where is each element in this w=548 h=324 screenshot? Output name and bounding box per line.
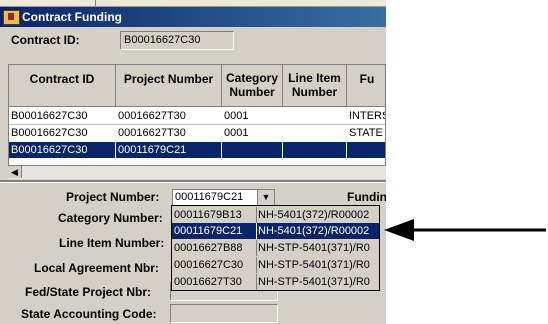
table-row[interactable]: B00016627C30 00016627T30 0001 INTERS [9, 108, 385, 124]
state-accounting-label: State Accounting Code: [21, 307, 157, 321]
cell-line-item-number [283, 125, 347, 141]
table-row-selected[interactable]: B00016627C30 00011679C21 [9, 142, 385, 158]
option-fed-project: NH-STP-5401(371)/R0 [258, 259, 370, 271]
table-row[interactable]: B00016627C30 00016627T30 0001 STATE [9, 125, 385, 141]
option-project-number: 00011679C21 [174, 225, 243, 237]
contract-id-field[interactable]: B00016627C30 [120, 31, 234, 50]
arrow-left-icon [384, 219, 546, 241]
project-number-value: 00011679C21 [175, 191, 244, 203]
dropdown-option[interactable]: 00016627T30 NH-STP-5401(371)/R0 [172, 274, 379, 290]
cell-line-item-number [283, 108, 347, 124]
state-accounting-field[interactable] [170, 304, 278, 323]
col-contract-id[interactable]: Contract ID [9, 65, 116, 107]
section-divider [0, 180, 386, 183]
toolbar-divider [95, 0, 96, 6]
option-fed-project: NH-STP-5401(371)/R0 [258, 276, 370, 288]
app-icon [3, 10, 20, 25]
cell-funding: INTERS [349, 110, 386, 122]
col-project-number[interactable]: Project Number [116, 65, 222, 107]
scroll-left-icon[interactable]: ◀ [8, 166, 22, 178]
option-fed-project: NH-5401(372)/R00002 [258, 225, 370, 237]
cell-funding: STATE [349, 127, 383, 139]
cell-category-number: 0001 [224, 127, 249, 139]
option-fed-project: NH-STP-5401(371)/R0 [258, 242, 370, 254]
grid-header: Contract ID Project Number Category Numb… [9, 65, 385, 107]
option-separator [256, 207, 257, 223]
cell-line-item-number [283, 142, 347, 158]
cell-category-number: 0001 [224, 110, 249, 122]
horizontal-scrollbar[interactable]: ◀ [8, 165, 386, 179]
option-separator [256, 257, 257, 273]
option-project-number: 00016627B88 [174, 242, 243, 254]
project-number-label: Project Number: [66, 190, 160, 204]
cell-funding [347, 142, 385, 158]
window-title: Contract Funding [22, 10, 122, 24]
col-line-item-number[interactable]: Line Item Number [283, 65, 347, 107]
title-bar: Contract Funding [0, 7, 386, 27]
contract-id-label: Contract ID: [11, 33, 80, 47]
category-number-label: Category Number: [58, 211, 163, 225]
cell-project-number: 00016627T30 [118, 110, 186, 122]
line-item-number-label: Line Item Number: [59, 236, 165, 250]
col-category-number[interactable]: Category Number [222, 65, 283, 107]
cell-category-number [222, 142, 283, 158]
cell-contract-id: B00016627C30 [11, 127, 88, 139]
chevron-down-icon[interactable]: ▼ [257, 190, 274, 205]
funding-grid[interactable]: Contract ID Project Number Category Numb… [8, 64, 386, 178]
option-project-number: 00011679B13 [174, 209, 242, 221]
cell-project-number: 00016627T30 [118, 127, 186, 139]
cell-contract-id: B00016627C30 [11, 110, 88, 122]
local-agreement-label: Local Agreement Nbr: [34, 261, 159, 275]
dropdown-option-selected[interactable]: 00011679C21 NH-5401(372)/R00002 [172, 223, 379, 239]
fed-state-project-label: Fed/State Project Nbr: [25, 285, 152, 299]
option-fed-project: NH-5401(372)/R00002 [258, 209, 370, 221]
option-separator [256, 240, 257, 256]
col-funding[interactable]: Fu [347, 65, 385, 107]
cell-project-number: 00011679C21 [116, 142, 222, 158]
option-project-number: 00016627T30 [174, 276, 242, 288]
dropdown-option[interactable]: 00011679B13 NH-5401(372)/R00002 [172, 207, 379, 223]
cell-contract-id: B00016627C30 [9, 142, 116, 158]
dropdown-option[interactable]: 00016627C30 NH-STP-5401(371)/R0 [172, 257, 379, 273]
option-project-number: 00016627C30 [174, 259, 244, 271]
funding-label: Fundin [347, 190, 386, 204]
project-number-combo[interactable]: 00011679C21 ▼ [172, 189, 275, 206]
option-separator [256, 223, 257, 239]
contract-funding-window: Contract Funding Contract ID: B00016627C… [0, 0, 386, 324]
project-number-dropdown-list[interactable]: 00011679B13 NH-5401(372)/R00002 00011679… [171, 205, 380, 291]
dropdown-option[interactable]: 00016627B88 NH-STP-5401(371)/R0 [172, 240, 379, 256]
option-separator [256, 274, 257, 290]
top-toolbar-strip [0, 0, 386, 7]
